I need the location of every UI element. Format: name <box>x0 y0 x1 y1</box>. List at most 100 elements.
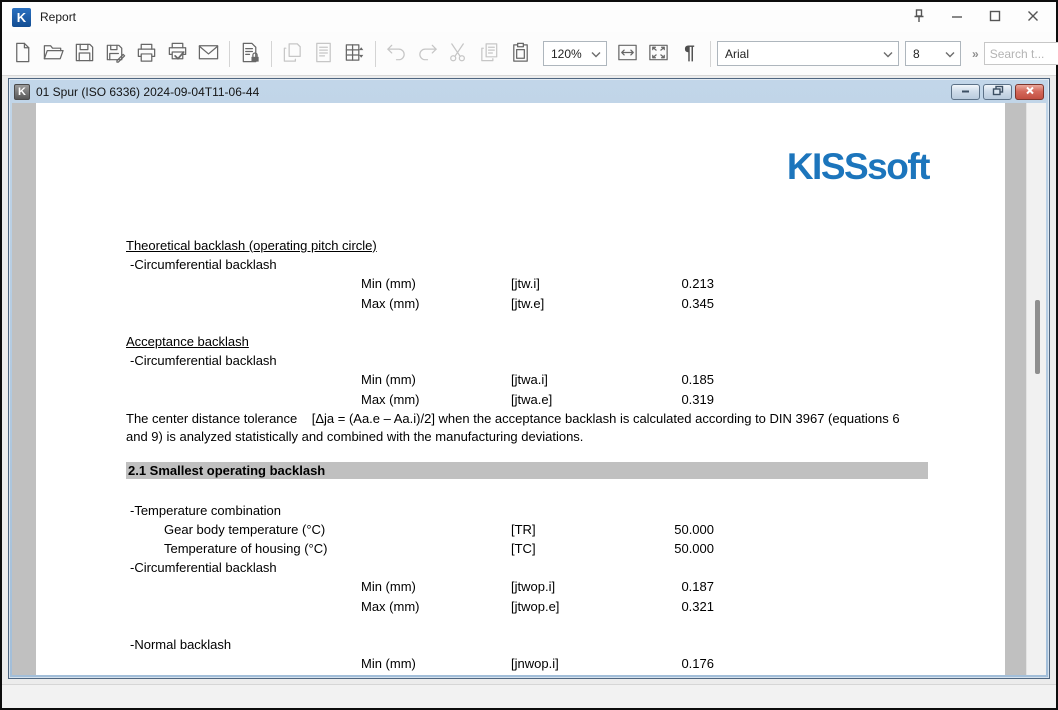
row-symbol: [jnwop.i] <box>511 654 559 673</box>
sub-heading: -Circumferential backlash <box>130 255 277 274</box>
email-icon <box>197 41 220 67</box>
copy-button[interactable] <box>475 39 504 69</box>
row-value: 0.185 <box>614 370 714 389</box>
row-name: Min (mm) <box>361 577 416 596</box>
text-page-icon <box>312 41 335 67</box>
new-document-button[interactable] <box>8 39 37 69</box>
window-title: Report <box>40 10 76 24</box>
section-heading: Acceptance backlash <box>126 332 249 351</box>
row-value: 50.000 <box>614 539 714 558</box>
open-button[interactable] <box>39 39 68 69</box>
maximize-button[interactable] <box>980 5 1010 29</box>
app-window: K Report <box>0 0 1058 710</box>
pilcrow-icon: ¶ <box>684 43 695 65</box>
app-logo-icon: K <box>12 8 31 27</box>
search-input[interactable] <box>984 42 1058 65</box>
close-icon <box>1025 86 1035 98</box>
print-accept-button[interactable] <box>163 39 192 69</box>
row-value: 0.187 <box>614 577 714 596</box>
row-value: 0.319 <box>614 390 714 409</box>
row-symbol: [jtw.i] <box>511 274 540 293</box>
redo-button[interactable] <box>413 39 442 69</box>
fit-width-button[interactable] <box>613 39 642 69</box>
report-viewport: KISSsoft Theoretical backlash (operating… <box>12 103 1046 675</box>
row-value: 50.000 <box>614 520 714 539</box>
new-document-icon <box>11 41 34 67</box>
fit-page-icon <box>647 41 670 67</box>
section-title-bar: 2.1 Smallest operating backlash <box>126 462 928 479</box>
copy-pages-icon <box>281 41 304 67</box>
report-close-button[interactable] <box>1015 84 1044 100</box>
email-button[interactable] <box>194 39 223 69</box>
fit-page-button[interactable] <box>644 39 673 69</box>
formatting-marks-button[interactable]: ¶ <box>675 39 704 69</box>
close-button[interactable] <box>1018 5 1048 29</box>
section-heading: Theoretical backlash (operating pitch ci… <box>126 236 377 255</box>
cut-button[interactable] <box>444 39 473 69</box>
font-size-select[interactable]: 8 <box>905 41 961 66</box>
save-as-icon <box>104 41 127 67</box>
copy-pages-button[interactable] <box>278 39 307 69</box>
zoom-value: 120% <box>551 47 582 61</box>
report-protected-button[interactable] <box>236 39 265 69</box>
zoom-select[interactable]: 120% <box>543 41 607 66</box>
font-size-value: 8 <box>913 47 920 61</box>
row-symbol: [jtwop.i] <box>511 577 555 596</box>
report-restore-button[interactable] <box>983 84 1012 100</box>
open-folder-icon <box>42 41 65 67</box>
save-as-button[interactable] <box>101 39 130 69</box>
cut-icon <box>447 41 470 67</box>
status-bar <box>2 684 1056 708</box>
minimize-button[interactable] <box>942 5 972 29</box>
toolbar-separator <box>229 41 230 67</box>
row-name: Max (mm) <box>361 294 420 313</box>
row-name: Max (mm) <box>361 597 420 616</box>
sub-heading: -Circumferential backlash <box>130 558 277 577</box>
titlebar[interactable]: K Report <box>2 2 1056 32</box>
table-columns-button[interactable] <box>340 39 369 69</box>
font-family-select[interactable]: Arial <box>717 41 899 66</box>
redo-icon <box>416 41 439 67</box>
row-name: Min (mm) <box>361 654 416 673</box>
row-value: 0.213 <box>614 274 714 293</box>
report-window-titlebar[interactable]: K 01 Spur (ISO 6336) 2024-09-04T11-06-44 <box>12 82 1046 103</box>
row-symbol: [TR] <box>511 520 536 539</box>
minimize-icon <box>950 9 964 26</box>
report-minimize-button[interactable] <box>951 84 980 100</box>
save-button[interactable] <box>70 39 99 69</box>
toolbar-overflow-button[interactable]: » <box>969 47 982 61</box>
vertical-scrollbar[interactable] <box>1026 103 1046 675</box>
report-page: KISSsoft Theoretical backlash (operating… <box>36 103 1005 675</box>
mdi-area: K 01 Spur (ISO 6336) 2024-09-04T11-06-44… <box>2 76 1056 684</box>
row-name: Min (mm) <box>361 274 416 293</box>
row-symbol: [jtwa.i] <box>511 370 548 389</box>
pin-button[interactable] <box>904 5 934 29</box>
row-symbol: [jtwop.e] <box>511 597 559 616</box>
report-lock-icon <box>239 41 262 67</box>
row-name: Gear body temperature (°C) <box>164 520 325 539</box>
toolbar: 120% ¶ Arial 8 » » <box>2 32 1056 76</box>
row-value: 0.321 <box>614 597 714 616</box>
sub-heading: -Temperature combination <box>130 501 281 520</box>
report-window: K 01 Spur (ISO 6336) 2024-09-04T11-06-44… <box>8 78 1050 679</box>
chevron-down-icon <box>883 47 893 61</box>
row-symbol: [jtwa.e] <box>511 390 552 409</box>
row-symbol: [TC] <box>511 539 536 558</box>
undo-icon <box>385 41 408 67</box>
print-accept-icon <box>166 41 189 67</box>
toolbar-separator <box>375 41 376 67</box>
print-button[interactable] <box>132 39 161 69</box>
undo-button[interactable] <box>382 39 411 69</box>
scrollbar-thumb[interactable] <box>1035 300 1040 374</box>
paste-button[interactable] <box>506 39 535 69</box>
sub-heading: -Circumferential backlash <box>130 351 277 370</box>
toolbar-separator <box>710 41 711 67</box>
chevron-down-icon <box>945 47 955 61</box>
minimize-icon <box>960 86 971 98</box>
note-text: The center distance tolerance [Δja = (Aa… <box>126 409 900 428</box>
row-name: Temperature of housing (°C) <box>164 539 327 558</box>
pin-icon <box>911 8 927 27</box>
view-text-button[interactable] <box>309 39 338 69</box>
table-icon <box>343 41 366 67</box>
close-icon <box>1026 9 1040 26</box>
